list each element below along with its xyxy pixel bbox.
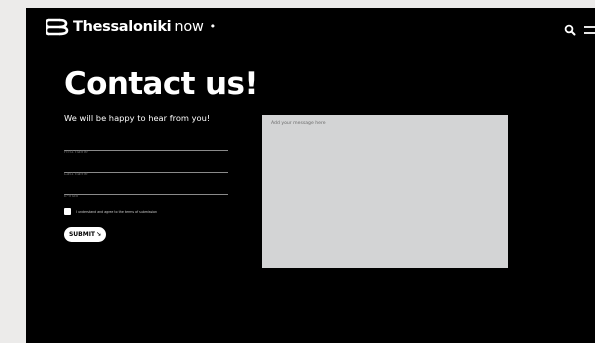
page-title: Contact us! [64, 66, 259, 102]
logo-dot: • [209, 20, 217, 33]
logo-mark-icon [46, 18, 69, 36]
arrow-down-right-icon: ↘ [96, 231, 102, 238]
email-input[interactable] [64, 191, 228, 202]
first-name-field [64, 138, 228, 158]
email-field [64, 182, 228, 202]
contact-page: Thessaloniki now • Contact us! We will b… [26, 8, 595, 343]
submit-label: SUBMIT [68, 231, 96, 238]
search-icon[interactable] [564, 24, 576, 36]
consent-label: I understand and agree to the terms of s… [76, 209, 158, 214]
consent-checkbox[interactable] [64, 208, 71, 215]
menu-icon[interactable] [584, 24, 595, 36]
last-name-input[interactable] [64, 169, 228, 180]
logo-text: Thessaloniki [73, 19, 172, 35]
submit-button[interactable]: SUBMIT ↘ [64, 227, 106, 242]
page-subtitle: We will be happy to hear from you! [64, 113, 211, 123]
last-name-field [64, 160, 228, 180]
first-name-input[interactable] [64, 147, 228, 158]
consent-row: I understand and agree to the terms of s… [64, 208, 157, 215]
logo-text-suffix: now [174, 19, 204, 35]
site-logo[interactable]: Thessaloniki now • [46, 18, 216, 36]
message-textarea[interactable] [262, 115, 508, 268]
